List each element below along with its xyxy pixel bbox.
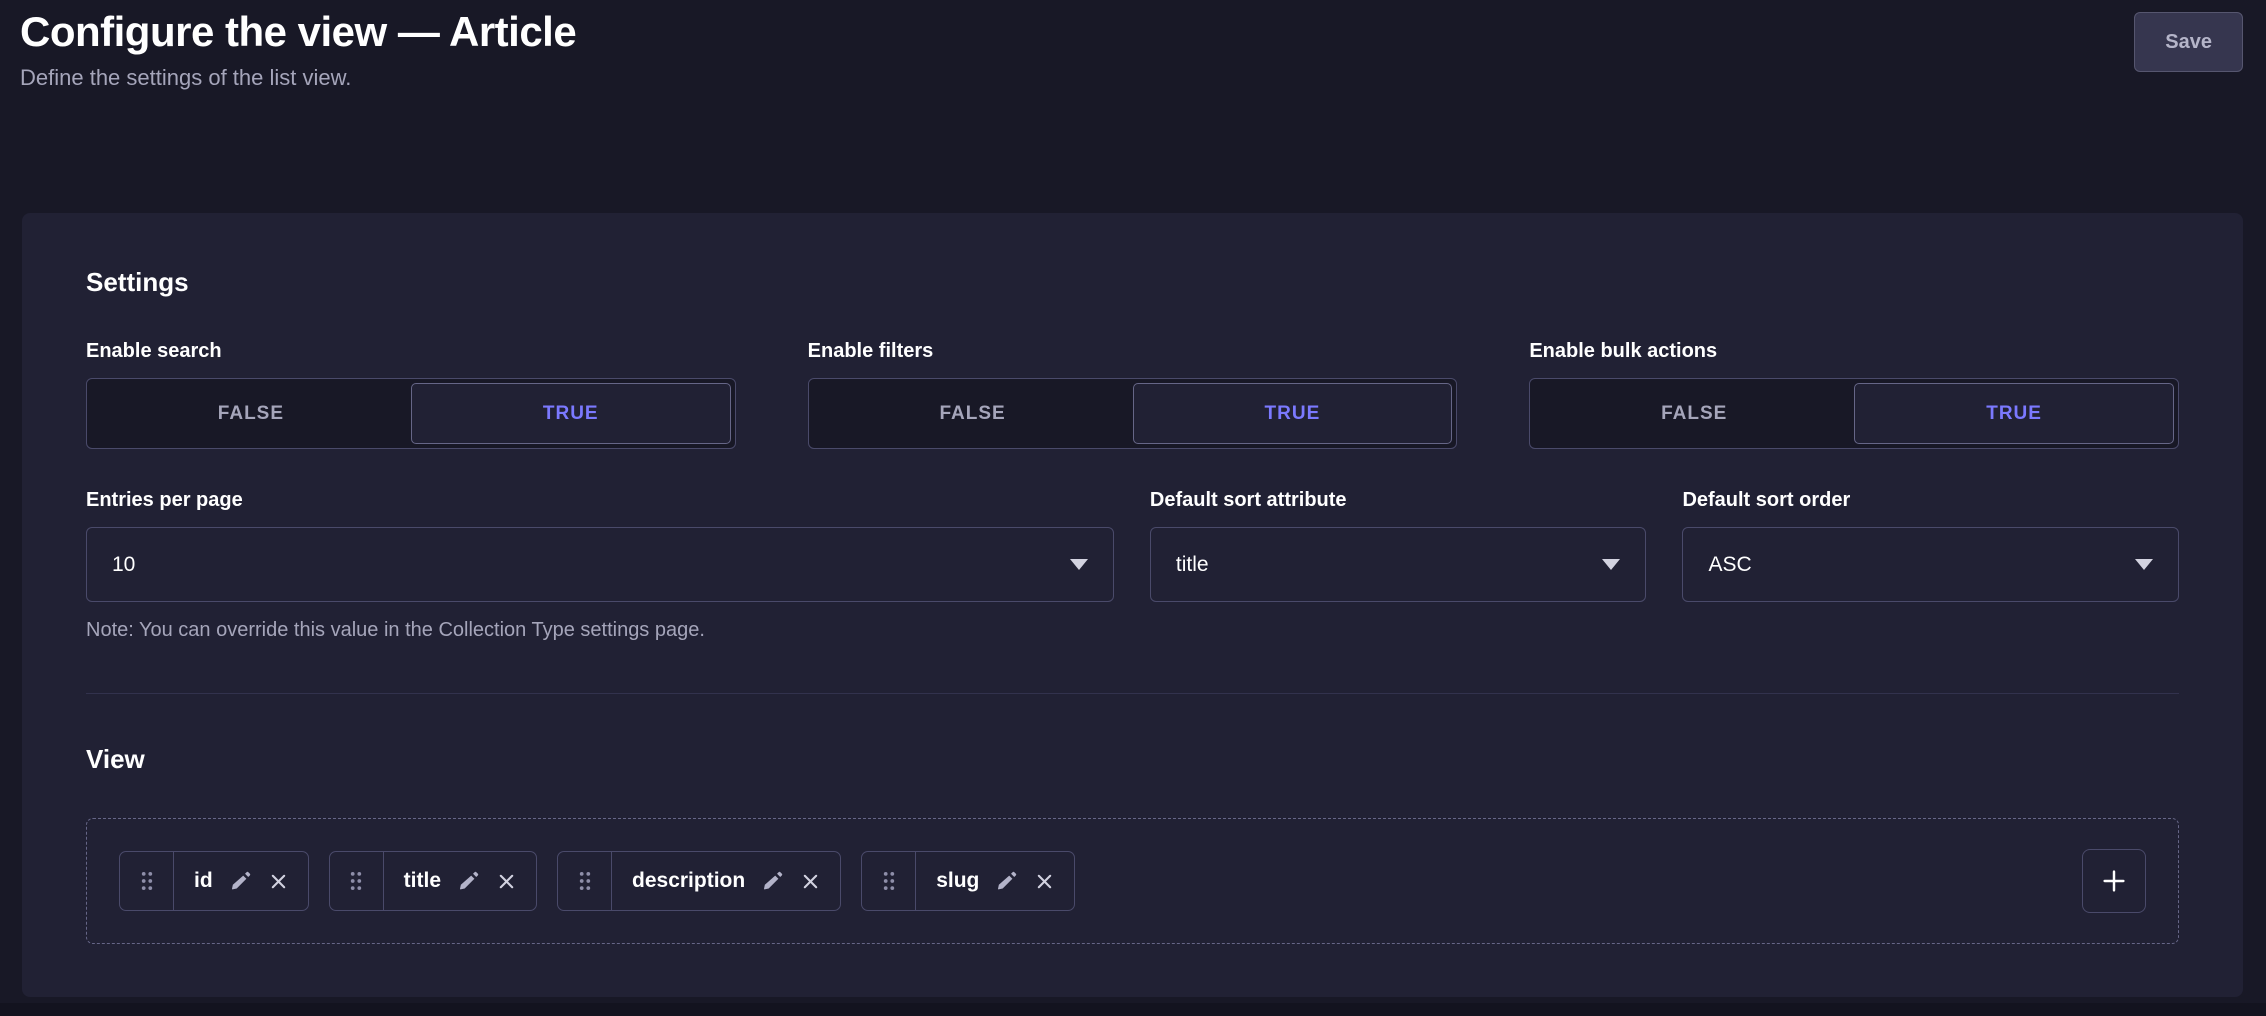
viewport-bottom-edge bbox=[0, 1003, 2266, 1016]
view-heading: View bbox=[86, 744, 2179, 775]
close-icon bbox=[269, 872, 288, 891]
enable-bulk-actions-toggle: FALSE TRUE bbox=[1529, 378, 2179, 449]
field-label: Enable filters bbox=[808, 340, 1458, 363]
enable-filters-toggle: FALSE TRUE bbox=[808, 378, 1458, 449]
close-icon bbox=[1035, 872, 1054, 891]
default-sort-attribute-select[interactable]: title bbox=[1150, 527, 1647, 602]
field-label: Default sort attribute bbox=[1150, 489, 1647, 512]
drag-dots-icon bbox=[577, 870, 593, 892]
field-default-sort-attribute: Default sort attribute title bbox=[1150, 489, 1647, 602]
drag-dots-icon bbox=[348, 870, 364, 892]
settings-heading: Settings bbox=[86, 267, 2179, 298]
chip-body: slug bbox=[916, 852, 1074, 910]
chip-label: description bbox=[632, 869, 745, 893]
remove-field-button[interactable] bbox=[1035, 872, 1054, 891]
entries-per-page-select[interactable]: 10 bbox=[86, 527, 1114, 602]
page-title: Configure the view — Article bbox=[20, 8, 576, 56]
edit-field-button[interactable] bbox=[996, 870, 1018, 892]
chip-label: id bbox=[194, 869, 213, 893]
field-label: Entries per page bbox=[86, 489, 1114, 512]
pencil-icon bbox=[230, 870, 252, 892]
chevron-down-icon bbox=[2135, 559, 2153, 570]
pencil-icon bbox=[458, 870, 480, 892]
field-chip-description: description bbox=[557, 851, 841, 911]
field-label: Enable bulk actions bbox=[1529, 340, 2179, 363]
view-fields-dropzone: id bbox=[86, 818, 2179, 944]
select-value: 10 bbox=[112, 553, 135, 577]
drag-dots-icon bbox=[139, 870, 155, 892]
chevron-down-icon bbox=[1602, 559, 1620, 570]
field-entries-per-page: Entries per page 10 bbox=[86, 489, 1114, 602]
edit-field-button[interactable] bbox=[458, 870, 480, 892]
plus-icon bbox=[2099, 866, 2129, 896]
field-label: Default sort order bbox=[1682, 489, 2179, 512]
field-enable-search: Enable search FALSE TRUE bbox=[86, 340, 736, 449]
chip-body: title bbox=[384, 852, 536, 910]
save-button[interactable]: Save bbox=[2134, 12, 2243, 72]
entries-per-page-note: Note: You can override this value in the… bbox=[86, 619, 2179, 642]
select-value: ASC bbox=[1708, 553, 1751, 577]
enable-bulk-actions-true-option[interactable]: TRUE bbox=[1854, 383, 2174, 444]
pencil-icon bbox=[762, 870, 784, 892]
select-value: title bbox=[1176, 553, 1209, 577]
chip-body: id bbox=[174, 852, 308, 910]
close-icon bbox=[801, 872, 820, 891]
add-field-button[interactable] bbox=[2082, 849, 2146, 913]
select-row: Entries per page 10 Default sort attribu… bbox=[86, 489, 2179, 602]
field-label: Enable search bbox=[86, 340, 736, 363]
drag-handle[interactable] bbox=[330, 852, 384, 910]
drag-handle[interactable] bbox=[862, 852, 916, 910]
chip-label: slug bbox=[936, 869, 979, 893]
section-divider bbox=[86, 693, 2179, 694]
enable-search-toggle: FALSE TRUE bbox=[86, 378, 736, 449]
enable-filters-true-option[interactable]: TRUE bbox=[1133, 383, 1453, 444]
chevron-down-icon bbox=[1070, 559, 1088, 570]
enable-search-false-option[interactable]: FALSE bbox=[91, 383, 411, 444]
enable-bulk-actions-false-option[interactable]: FALSE bbox=[1534, 383, 1854, 444]
remove-field-button[interactable] bbox=[801, 872, 820, 891]
page-header: Configure the view — Article Define the … bbox=[0, 0, 2266, 91]
pencil-icon bbox=[996, 870, 1018, 892]
field-chip-title: title bbox=[329, 851, 537, 911]
drag-handle[interactable] bbox=[558, 852, 612, 910]
chip-body: description bbox=[612, 852, 840, 910]
toggle-row: Enable search FALSE TRUE Enable filters … bbox=[86, 340, 2179, 449]
close-icon bbox=[497, 872, 516, 891]
field-enable-filters: Enable filters FALSE TRUE bbox=[808, 340, 1458, 449]
field-enable-bulk-actions: Enable bulk actions FALSE TRUE bbox=[1529, 340, 2179, 449]
page-subtitle: Define the settings of the list view. bbox=[20, 65, 576, 91]
edit-field-button[interactable] bbox=[762, 870, 784, 892]
remove-field-button[interactable] bbox=[269, 872, 288, 891]
field-chip-id: id bbox=[119, 851, 309, 911]
field-default-sort-order: Default sort order ASC bbox=[1682, 489, 2179, 602]
chip-label: title bbox=[404, 869, 441, 893]
enable-search-true-option[interactable]: TRUE bbox=[411, 383, 731, 444]
page-header-text: Configure the view — Article Define the … bbox=[20, 8, 576, 91]
edit-field-button[interactable] bbox=[230, 870, 252, 892]
settings-card: Settings Enable search FALSE TRUE Enable… bbox=[22, 213, 2243, 997]
drag-handle[interactable] bbox=[120, 852, 174, 910]
default-sort-order-select[interactable]: ASC bbox=[1682, 527, 2179, 602]
field-chip-slug: slug bbox=[861, 851, 1075, 911]
drag-dots-icon bbox=[881, 870, 897, 892]
enable-filters-false-option[interactable]: FALSE bbox=[813, 383, 1133, 444]
remove-field-button[interactable] bbox=[497, 872, 516, 891]
